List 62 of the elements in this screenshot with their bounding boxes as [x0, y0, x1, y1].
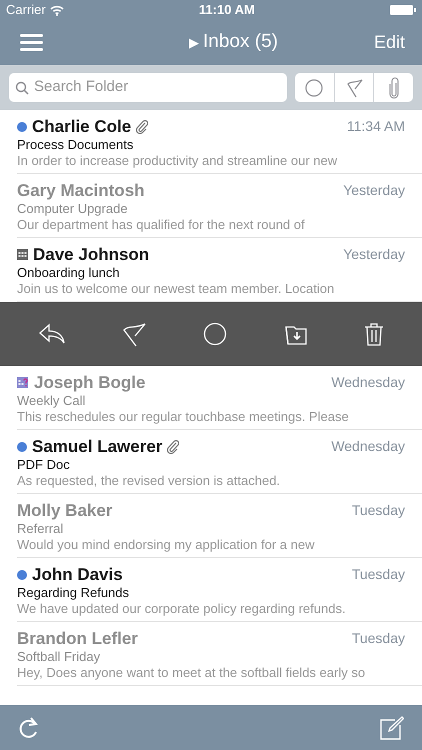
- message-subject: Softball Friday: [17, 649, 102, 665]
- wifi-icon: [50, 4, 64, 16]
- message-preview: Join us to welcome our newest team member. Location: [17, 281, 336, 296]
- message-subject: Onboarding lunch: [17, 265, 121, 281]
- sender-name: Samuel Lawerer: [32, 436, 162, 456]
- sender-name: John Davis: [32, 564, 123, 584]
- message-subject: Process Documents: [17, 137, 134, 153]
- message-date: Tuesday: [352, 501, 405, 520]
- flag-icon[interactable]: [121, 321, 148, 347]
- message-row[interactable]: Joseph Bogle Wednesday Weekly Call This reschedules our regular touchbase meetings. Please: [0, 366, 422, 430]
- message-subject: Regarding Refunds: [17, 585, 130, 601]
- calendar-icon: [17, 249, 28, 260]
- message-row[interactable]: John Davis Tuesday Regarding Refunds We have updated our corporate policy regarding refunds.: [0, 558, 422, 622]
- message-date: Tuesday: [352, 629, 405, 648]
- message-subject: Weekly Call: [17, 393, 86, 409]
- flag-icon: [345, 78, 363, 98]
- battery-icon: [390, 5, 416, 15]
- status-time: 11:10 AM: [198, 1, 255, 20]
- message-row[interactable]: Gary Macintosh Yesterday Computer Upgrade Our department has qualified for the next round of: [0, 174, 422, 238]
- search-icon: [15, 80, 29, 94]
- sender-name: Joseph Bogle: [34, 372, 146, 392]
- carrier-label: Carrier: [6, 1, 46, 20]
- message-preview: Would you mind endorsing my application for a new: [17, 537, 316, 552]
- message-row[interactable]: Charlie Cole 11:34 AM Process Documents In order to increase productivity and streamline our new: [0, 110, 422, 174]
- message-preview: In order to increase productivity and streamline our new: [17, 153, 338, 168]
- message-date: Yesterday: [343, 245, 405, 264]
- circle-icon: [305, 78, 324, 96]
- compose-icon[interactable]: [380, 716, 404, 740]
- paperclip-icon: [167, 440, 180, 454]
- message-preview: Hey, Does anyone want to meet at the softball fields early so: [17, 665, 366, 680]
- edit-button[interactable]: Edit: [374, 29, 405, 56]
- search-field[interactable]: Search Folder: [9, 73, 287, 102]
- message-preview: Our department has qualified for the next round of: [17, 217, 306, 232]
- menu-icon[interactable]: [20, 34, 43, 51]
- trash-icon[interactable]: [364, 322, 384, 346]
- paperclip-icon: [388, 76, 400, 98]
- message-row[interactable]: Molly Baker Tuesday Referral Would you mind endorsing my application for a new: [0, 494, 422, 558]
- refresh-icon[interactable]: [18, 716, 40, 740]
- message-date: Wednesday: [331, 373, 405, 392]
- message-preview: We have updated our corporate policy regarding refunds.: [17, 601, 347, 616]
- sender-name: Dave Johnson: [33, 244, 150, 264]
- sender-name: Molly Baker: [17, 500, 112, 520]
- message-row[interactable]: Dave Johnson Yesterday Onboarding lunch Join us to welcome our newest team member. Location: [0, 238, 422, 366]
- paperclip-icon: [136, 120, 148, 134]
- sender-name: Brandon Lefler: [17, 628, 138, 648]
- sender-name: Charlie Cole: [32, 116, 132, 136]
- message-preview: This reschedules our regular touchbase meetings. Please: [17, 409, 350, 424]
- reply-icon[interactable]: [38, 323, 66, 345]
- circle-icon[interactable]: [202, 322, 227, 346]
- message-row[interactable]: Brandon Lefler Tuesday Softball Friday Hey, Does anyone want to meet at the softball fields early so: [0, 622, 422, 686]
- message-row[interactable]: Samuel Lawerer Wednesday PDF Doc As requested, the revised version is attached.: [0, 430, 422, 494]
- message-date: Wednesday: [331, 437, 405, 456]
- sender-name: Gary Macintosh: [17, 180, 145, 200]
- message-date: Tuesday: [352, 565, 405, 584]
- folder-title[interactable]: ▶ Inbox (5): [188, 28, 278, 57]
- calendar-question-icon: [17, 377, 29, 388]
- message-date: 11:34 AM: [346, 117, 405, 136]
- message-date: Yesterday: [343, 181, 405, 200]
- message-subject: PDF Doc: [17, 457, 71, 473]
- message-subject: Computer Upgrade: [17, 201, 129, 217]
- message-subject: Referral: [17, 521, 64, 537]
- message-preview: As requested, the revised version is attached.: [17, 473, 282, 488]
